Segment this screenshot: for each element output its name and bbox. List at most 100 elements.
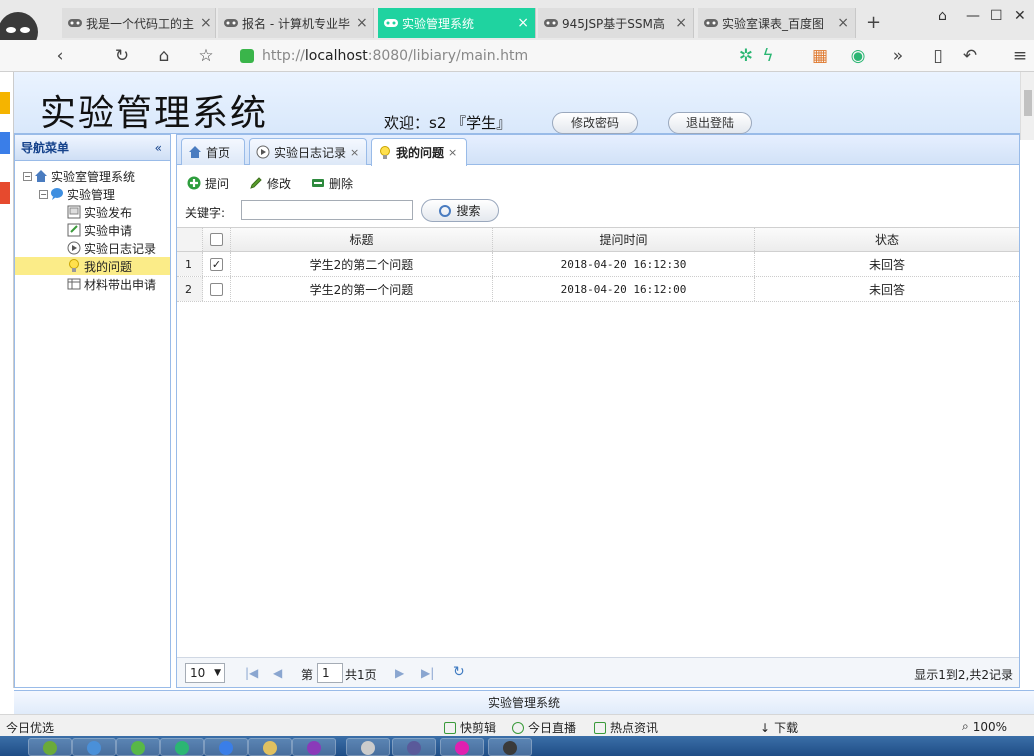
checkbox-checked[interactable]: ✓ (210, 257, 223, 271)
nav-item-publish[interactable]: 实验发布 (15, 203, 170, 221)
browser-tab-label: 945JSP基于SSM高 (562, 16, 665, 31)
close-icon[interactable]: × (194, 15, 212, 31)
close-icon[interactable]: × (350, 146, 359, 159)
keyword-input[interactable] (241, 200, 413, 220)
taskbar-app[interactable] (292, 738, 336, 756)
browser-tab-1[interactable]: 我是一个代码工的主 × (62, 8, 216, 38)
checkbox[interactable] (210, 233, 223, 246)
browser-tab-5[interactable]: 实验室课表_百度图 × (698, 8, 856, 38)
taskbar-app[interactable] (248, 738, 292, 756)
close-icon[interactable]: × (350, 15, 368, 31)
select-all-checkbox[interactable] (203, 228, 231, 251)
tab-label: 首页 (206, 145, 231, 160)
status-quick-edit[interactable]: 快剪辑 (444, 719, 496, 736)
tree-root-label: 实验室管理系统 (51, 169, 136, 184)
more-chevron-icon[interactable]: » (886, 44, 910, 68)
row-checkbox-cell[interactable]: ✓ (203, 252, 231, 276)
column-title[interactable]: 标题 (231, 228, 493, 251)
nav-item-apply[interactable]: 实验申请 (15, 221, 170, 239)
browser-tab-label: 报名 - 计算机专业毕 (242, 16, 350, 31)
nav-item-my-questions[interactable]: 我的问题 (15, 257, 170, 275)
refresh-spin-icon[interactable]: ✲ (734, 44, 758, 68)
close-icon[interactable]: × (511, 15, 529, 31)
column-status[interactable]: 状态 (755, 228, 1019, 251)
maximize-icon[interactable]: ☐ (990, 8, 1003, 24)
back-icon[interactable]: ‹ (48, 44, 72, 68)
home-icon[interactable]: ⌂ (152, 44, 176, 68)
taskbar-app[interactable] (160, 738, 204, 756)
undo-icon[interactable]: ↶ (958, 44, 982, 68)
row-checkbox-cell[interactable] (203, 277, 231, 301)
column-time[interactable]: 提问时间 (493, 228, 755, 251)
taskbar-app[interactable] (28, 738, 72, 756)
checkbox[interactable] (210, 282, 223, 296)
reader-icon[interactable]: ▯ (926, 44, 950, 68)
edit-button[interactable]: 修改 (249, 174, 291, 192)
taskbar-app[interactable] (116, 738, 160, 756)
taskbar-app[interactable] (392, 738, 436, 756)
close-icon[interactable]: × (669, 15, 687, 31)
browser-tab-strip: 我是一个代码工的主 × 报名 - 计算机专业毕 × 实验管理系统 × 945JS… (0, 0, 1034, 52)
taskbar-app[interactable] (72, 738, 116, 756)
minus-icon (312, 179, 324, 187)
url-field[interactable]: http://localhost:8080/libiary/main.htm (236, 44, 726, 68)
last-page-icon[interactable]: ▶| (421, 666, 434, 680)
side-app-icon[interactable] (0, 132, 10, 154)
browser-tab-2[interactable]: 报名 - 计算机专业毕 × (218, 8, 374, 38)
next-page-icon[interactable]: ▶ (395, 666, 404, 680)
new-tab-button[interactable]: + (866, 12, 881, 33)
taskbar-app[interactable] (440, 738, 484, 756)
nav-item-log[interactable]: 实验日志记录 (15, 239, 170, 257)
taskbar-app[interactable] (346, 738, 390, 756)
minimize-icon[interactable]: — (966, 8, 980, 24)
tree-group[interactable]: − 实验管理 (15, 185, 170, 203)
apps-grid-icon[interactable]: ▦ (808, 44, 832, 68)
url-rest: :8080/libiary/main.htm (367, 48, 529, 64)
bookmark-star-icon[interactable]: ☆ (194, 44, 218, 68)
tree-root[interactable]: − 实验室管理系统 (15, 167, 170, 185)
page-scrollbar[interactable] (1020, 72, 1034, 140)
reload-icon[interactable]: ↻ (110, 44, 134, 68)
skin-icon[interactable]: ⌂ (938, 8, 947, 24)
tab-my-questions[interactable]: 我的问题 × (371, 138, 467, 166)
close-icon[interactable]: × (831, 15, 849, 31)
refresh-icon[interactable]: ↻ (453, 664, 465, 680)
ask-button[interactable]: 提问 (187, 174, 229, 192)
browser-tab-4[interactable]: 945JSP基于SSM高 × (538, 8, 694, 38)
nav-item-material[interactable]: 材料带出申请 (15, 275, 170, 293)
collapse-toggle-icon[interactable]: − (39, 189, 48, 199)
collapse-toggle-icon[interactable]: − (23, 171, 32, 181)
status-zoom[interactable]: ⌕ 100% (962, 719, 1007, 734)
status-download[interactable]: ↓ 下载 (760, 719, 798, 736)
first-page-icon[interactable]: |◀ (245, 666, 258, 680)
plus-icon (187, 176, 201, 190)
tab-home[interactable]: 首页 (181, 138, 245, 165)
page-size-select[interactable]: 10 ▼ (185, 663, 225, 683)
taskbar-app[interactable] (204, 738, 248, 756)
status-news[interactable]: 热点资讯 (594, 719, 658, 736)
search-button[interactable]: 搜索 (421, 199, 499, 222)
app-icon (131, 741, 145, 755)
change-password-button[interactable]: 修改密码 (552, 112, 638, 134)
menu-icon[interactable]: ≡ (1008, 44, 1032, 68)
browser-tab-3-active[interactable]: 实验管理系统 × (378, 8, 536, 38)
status-live[interactable]: 今日直播 (512, 719, 576, 736)
table-row[interactable]: 2 学生2的第一个问题 2018-04-20 16:12:00 未回答 (177, 277, 1019, 302)
status-left-link[interactable]: 今日优选 (6, 719, 54, 736)
search-icon (439, 204, 452, 217)
tab-experiment-log[interactable]: 实验日志记录 × (249, 138, 367, 165)
table-row[interactable]: 1 ✓ 学生2的第二个问题 2018-04-20 16:12:30 未回答 (177, 252, 1019, 277)
taskbar-app[interactable] (488, 738, 532, 756)
window-close-icon[interactable]: ✕ (1014, 8, 1026, 24)
delete-button[interactable]: 删除 (311, 174, 353, 192)
page-number-input[interactable]: 1 (317, 663, 343, 683)
scrollbar-thumb[interactable] (1024, 90, 1032, 116)
side-app-icon[interactable] (0, 182, 10, 204)
collapse-icon[interactable]: « (155, 135, 162, 161)
side-app-icon[interactable] (0, 92, 10, 114)
lightning-icon[interactable]: ϟ (756, 44, 780, 68)
prev-page-icon[interactable]: ◀ (273, 666, 282, 680)
logout-button[interactable]: 退出登陆 (668, 112, 752, 134)
close-icon[interactable]: × (448, 146, 457, 159)
security-icon[interactable]: ◉ (846, 44, 870, 68)
